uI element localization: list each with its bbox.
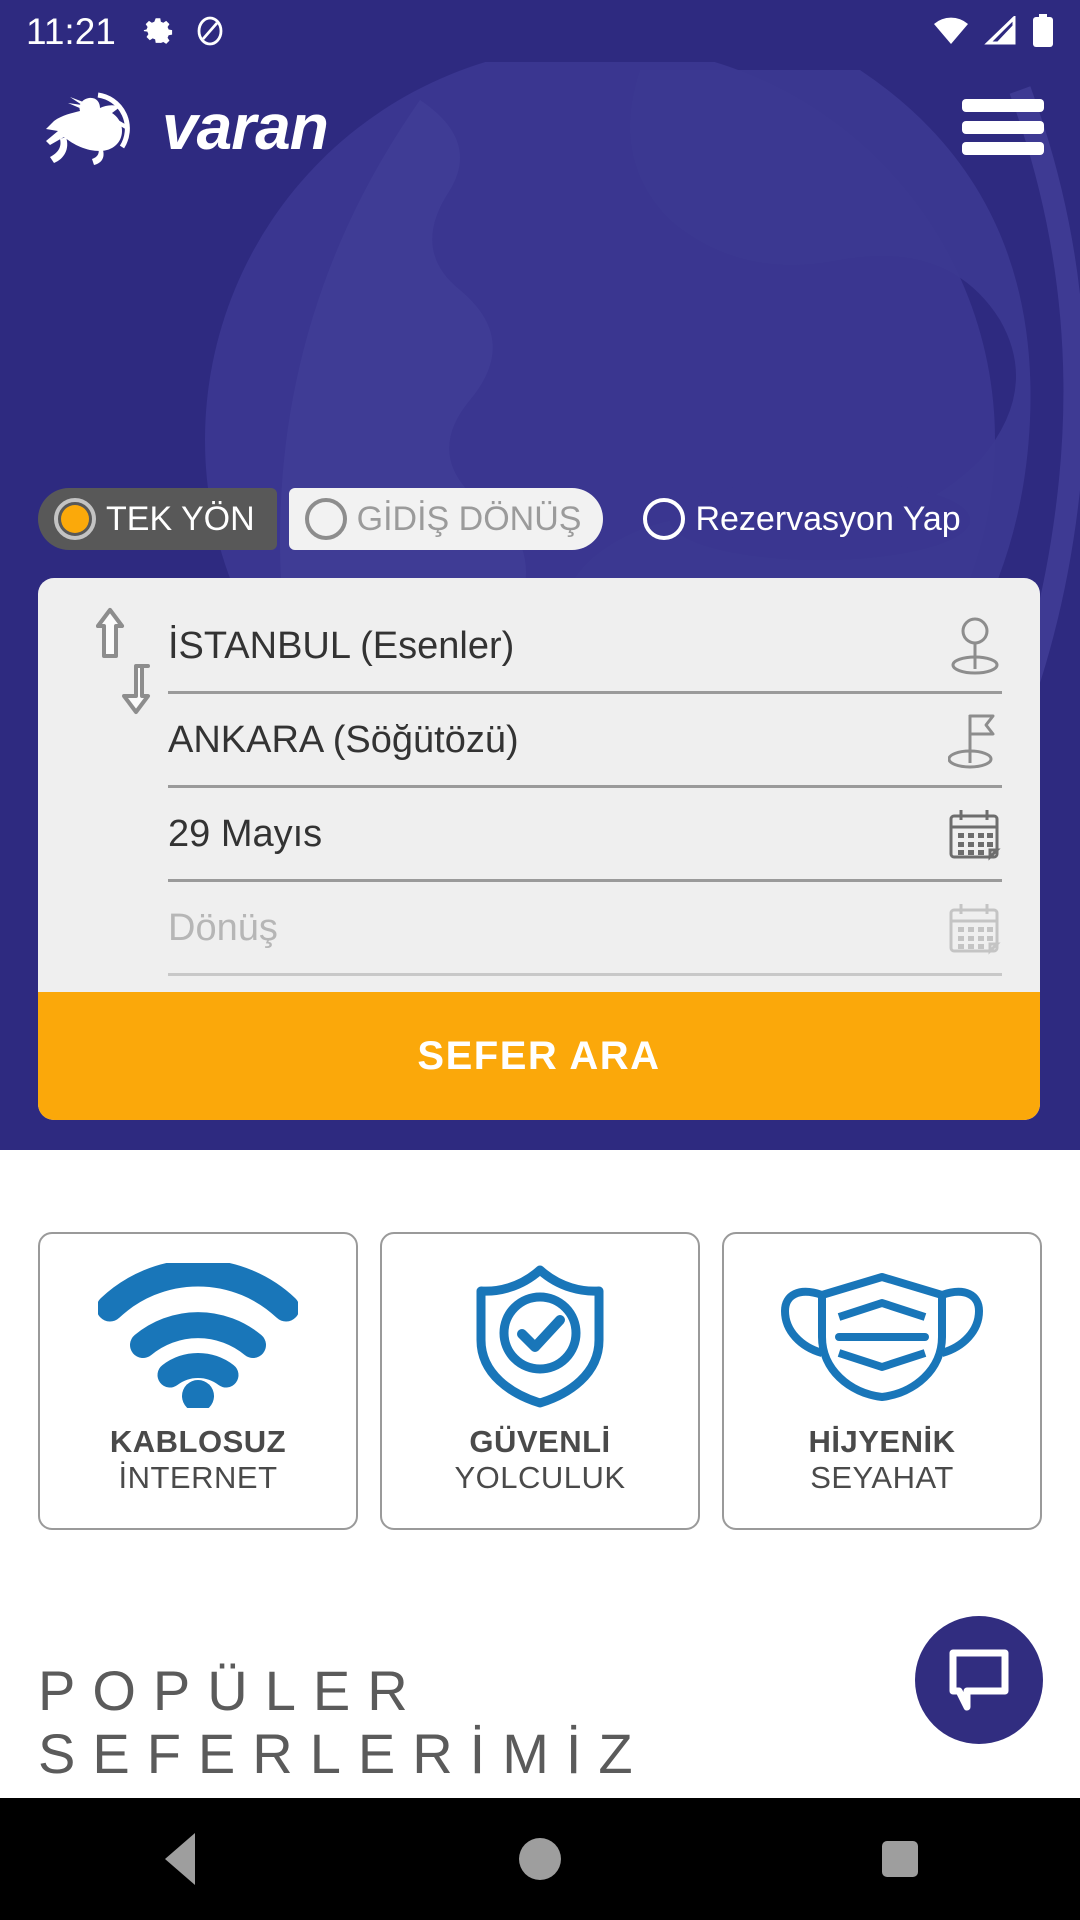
calendar-icon <box>949 809 1001 861</box>
trip-type-option-reservation[interactable]: Rezervasyon Yap <box>627 488 982 550</box>
popular-heading-line1: POPÜLER <box>38 1659 425 1722</box>
location-pin-icon <box>951 617 999 674</box>
brand-logo[interactable]: varan <box>36 87 329 167</box>
hamburger-bar-1 <box>962 99 1044 112</box>
feature-title: HİJYENİK <box>808 1424 956 1459</box>
destination-field[interactable]: ANKARA (Söğütözü) <box>168 694 1002 788</box>
status-bar: 11:21 <box>0 0 1080 62</box>
trip-type-label-round-trip: GİDİŞ DÖNÜŞ <box>356 500 582 538</box>
chat-bubble-icon <box>949 1649 1009 1711</box>
feature-cards: KABLOSUZ İNTERNET GÜVENLİ YOLCULUK HİJYE… <box>38 1232 1042 1530</box>
hamburger-menu-icon[interactable] <box>962 95 1044 159</box>
return-date-placeholder: Dönüş <box>168 906 278 949</box>
trip-type-label-one-way: TEK YÖN <box>106 500 255 538</box>
nav-recents-button[interactable] <box>810 1798 990 1920</box>
search-trips-label: SEFER ARA <box>417 1033 661 1078</box>
popular-heading-line2: SEFERLERİMİZ <box>38 1721 650 1785</box>
flag-pin-icon <box>948 714 995 768</box>
popular-routes-heading: POPÜLER SEFERLERİMİZ <box>38 1659 938 1785</box>
radio-reservation[interactable] <box>643 498 686 540</box>
origin-field[interactable]: İSTANBUL (Esenler) <box>168 600 1002 694</box>
feature-subtitle: YOLCULUK <box>454 1459 626 1495</box>
gear-icon <box>143 18 172 44</box>
face-mask-icon <box>777 1260 987 1410</box>
wifi-icon <box>98 1260 298 1410</box>
origin-value: İSTANBUL (Esenler) <box>168 624 515 667</box>
hamburger-bar-3 <box>962 142 1044 155</box>
calendar-icon-disabled <box>949 903 1001 955</box>
battery-icon <box>1033 14 1053 47</box>
chat-fab-button[interactable] <box>915 1616 1043 1744</box>
status-bar-time: 11:21 <box>26 10 116 52</box>
swap-vertical-arrows-icon[interactable] <box>90 606 156 716</box>
trip-type-label-reservation: Rezervasyon Yap <box>695 500 961 538</box>
departure-date-value: 29 Mayıs <box>168 812 323 855</box>
android-navigation-bar <box>0 1798 1080 1920</box>
feature-card-hygiene[interactable]: HİJYENİK SEYAHAT <box>722 1232 1042 1530</box>
radio-round-trip[interactable] <box>304 498 347 540</box>
trip-type-selector: TEK YÖN GİDİŞ DÖNÜŞ Rezervasyon Yap <box>38 488 1038 550</box>
feature-title: KABLOSUZ <box>109 1424 287 1459</box>
brand-name: varan <box>162 91 329 163</box>
search-form-card: İSTANBUL (Esenler) ANKARA (Söğütözü) 29 … <box>38 578 1040 1120</box>
feature-card-wifi[interactable]: KABLOSUZ İNTERNET <box>38 1232 358 1530</box>
feature-title: GÜVENLİ <box>469 1424 611 1459</box>
feature-subtitle: İNTERNET <box>118 1459 278 1495</box>
hamburger-bar-2 <box>962 120 1044 134</box>
home-circle-icon <box>519 1838 561 1880</box>
do-not-disturb-icon <box>197 16 223 46</box>
departure-date-field[interactable]: 29 Mayıs <box>168 788 1002 882</box>
nav-home-button[interactable] <box>450 1798 630 1920</box>
recents-square-icon <box>882 1841 918 1877</box>
shield-check-icon <box>465 1260 615 1410</box>
hero-section: varan TEK YÖN GİDİŞ DÖNÜŞ Rezervasyon Ya… <box>0 0 1080 1150</box>
app-header: varan <box>0 62 1080 192</box>
cellular-signal-icon <box>984 16 1016 45</box>
destination-value: ANKARA (Söğütözü) <box>168 718 519 761</box>
radio-one-way[interactable] <box>54 498 96 540</box>
nav-back-button[interactable] <box>90 1798 270 1920</box>
trip-type-option-round-trip[interactable]: GİDİŞ DÖNÜŞ <box>288 488 604 550</box>
back-triangle-icon <box>165 1833 195 1885</box>
trip-type-option-one-way[interactable]: TEK YÖN <box>38 488 277 550</box>
feature-card-safety[interactable]: GÜVENLİ YOLCULUK <box>380 1232 700 1530</box>
feature-subtitle: SEYAHAT <box>810 1459 954 1495</box>
return-date-field[interactable]: Dönüş <box>168 882 1002 976</box>
search-trips-button[interactable]: SEFER ARA <box>38 992 1040 1120</box>
leaping-deer-logo-icon <box>46 92 130 165</box>
wifi-icon <box>934 17 968 44</box>
